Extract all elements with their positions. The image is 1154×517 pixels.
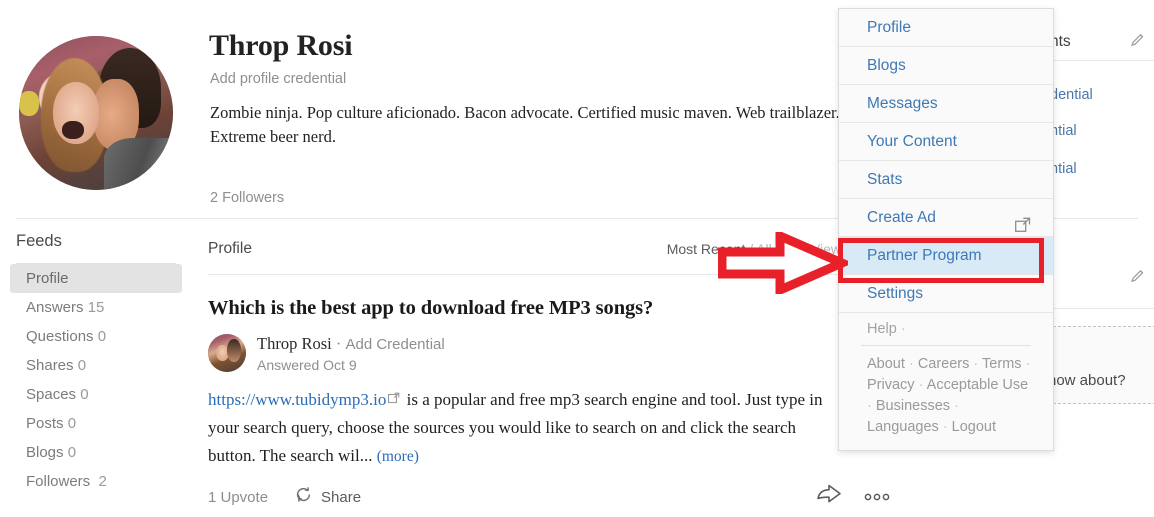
menu-item-help[interactable]: Help · (839, 313, 1053, 345)
avatar[interactable] (19, 36, 173, 190)
sidebar-item-count: 0 (67, 444, 77, 461)
right-rail-divider-1 (1048, 60, 1154, 61)
profile-bio: Zombie ninja. Pop culture aficionado. Ba… (210, 103, 840, 146)
right-rail-credential-link[interactable]: dential (1050, 87, 1093, 103)
byline-separator: · (335, 334, 342, 353)
menu-item-label: Your Content (867, 133, 957, 150)
sidebar-item-count: 0 (77, 357, 87, 374)
more-options-icon[interactable] (864, 488, 890, 506)
footer-separator: · (1025, 356, 1031, 372)
more-link[interactable]: (more) (377, 448, 419, 465)
menu-item-label: Create Ad (867, 209, 936, 226)
answer-byline: Throp Rosi · Add Credential Answered Oct… (208, 334, 848, 376)
menu-item-label: Stats (867, 171, 903, 188)
sidebar-item-count: 15 (87, 299, 105, 316)
answer-external-link[interactable]: https://www.tubidymp3.io (208, 390, 386, 409)
sidebar-item-count: 0 (80, 386, 89, 403)
sidebar-item-count: 0 (67, 415, 77, 432)
right-rail-box-text: now about? (1048, 372, 1126, 389)
sidebar-item-label: Spaces (26, 386, 77, 403)
upvote-count[interactable]: 1 Upvote (208, 489, 268, 506)
edit-pencil-icon[interactable] (1130, 268, 1146, 289)
footer-link-logout[interactable]: Logout (952, 419, 996, 435)
footer-link-careers[interactable]: Careers (918, 356, 970, 372)
menu-item-create-ad[interactable]: Create Ad (839, 199, 1053, 237)
sidebar-item-questions[interactable]: Questions 0 (10, 322, 182, 351)
sidebar-item-label: Followers (26, 473, 91, 490)
share-button[interactable]: Share (294, 485, 361, 509)
menu-item-blogs[interactable]: Blogs (839, 47, 1053, 85)
annotation-arrow-icon (717, 229, 854, 299)
menu-item-settings[interactable]: Settings (839, 275, 1053, 313)
footer-separator: · (867, 398, 872, 414)
sidebar-item-blogs[interactable]: Blogs 0 (10, 438, 182, 467)
answer-right-actions (816, 483, 890, 510)
answer-body: https://www.tubidymp3.io is a popular an… (208, 385, 838, 471)
forward-arrow-icon[interactable] (816, 483, 842, 510)
sidebar-item-shares[interactable]: Shares 0 (10, 351, 182, 380)
sidebar-item-label: Posts (26, 415, 64, 432)
sidebar-item-label: Blogs (26, 444, 64, 461)
menu-item-stats[interactable]: Stats (839, 161, 1053, 199)
page-title: Throp Rosi (209, 29, 353, 62)
sidebar-item-followers[interactable]: Followers 2 (10, 467, 182, 496)
sidebar-item-count: 2 (98, 473, 107, 490)
account-dropdown-menu: Profile Blogs Messages Your Content Stat… (838, 8, 1054, 451)
menu-item-label: Messages (867, 95, 938, 112)
tab-profile[interactable]: Profile (208, 240, 252, 257)
external-link-icon (388, 385, 400, 413)
sidebar-item-count: 0 (97, 328, 107, 345)
footer-link-businesses[interactable]: Businesses (876, 398, 950, 414)
sidebar-item-label: Answers (26, 299, 84, 316)
menu-item-label: Help (867, 321, 897, 337)
footer-link-acceptable-use[interactable]: Acceptable Use (927, 377, 1029, 393)
menu-item-label: Settings (867, 285, 924, 302)
help-separator: · (900, 321, 906, 337)
menu-item-messages[interactable]: Messages (839, 85, 1053, 123)
followers-count[interactable]: 2 Followers (210, 190, 284, 206)
sidebar-item-label: Profile (26, 270, 69, 287)
footer-link-privacy[interactable]: Privacy (867, 377, 915, 393)
footer-link-about[interactable]: About (867, 356, 905, 372)
footer-link-terms[interactable]: Terms (982, 356, 1021, 372)
footer-separator: · (973, 356, 979, 372)
sidebar-item-label: Shares (26, 357, 74, 374)
footer-separator: · (942, 419, 948, 435)
footer-separator: · (954, 398, 959, 414)
menu-item-label: Profile (867, 19, 911, 36)
answer-author-name[interactable]: Throp Rosi (257, 334, 332, 353)
add-profile-credential-link[interactable]: Add profile credential (210, 71, 346, 87)
menu-item-profile[interactable]: Profile (839, 9, 1053, 47)
answer-actions: 1 Upvote Share (208, 484, 890, 509)
answer-add-credential-link[interactable]: Add Credential (345, 336, 444, 353)
edit-pencil-icon[interactable] (1130, 32, 1146, 53)
menu-item-label: Partner Program (867, 247, 982, 264)
avatar-photo (19, 36, 173, 190)
sidebar: Feeds Profile Answers 15 Questions 0 Sha… (0, 232, 192, 496)
dropdown-footer-links: About · Careers · Terms · Privacy · Acce… (839, 346, 1053, 450)
sidebar-title: Feeds (16, 232, 62, 250)
answer-timestamp: Answered Oct 9 (257, 357, 357, 373)
right-rail-empty-box[interactable] (1048, 326, 1154, 404)
menu-item-label: Blogs (867, 57, 906, 74)
menu-item-partner-program[interactable]: Partner Program (839, 237, 1053, 275)
page-root: Throp Rosi Add profile credential Zombie… (0, 0, 1154, 517)
answer-author-avatar[interactable] (208, 334, 246, 372)
share-refresh-icon (294, 485, 313, 509)
sidebar-item-posts[interactable]: Posts 0 (10, 409, 182, 438)
footer-separator: · (918, 377, 924, 393)
sidebar-item-profile[interactable]: Profile (10, 264, 182, 293)
menu-item-your-content[interactable]: Your Content (839, 123, 1053, 161)
sidebar-item-answers[interactable]: Answers 15 (10, 293, 182, 322)
right-rail-divider-2 (1048, 308, 1154, 309)
question-title[interactable]: Which is the best app to download free M… (208, 297, 848, 320)
sidebar-item-label: Questions (26, 328, 94, 345)
share-label: Share (321, 488, 362, 506)
footer-link-languages[interactable]: Languages (867, 419, 939, 435)
sidebar-item-spaces[interactable]: Spaces 0 (10, 380, 182, 409)
footer-separator: · (908, 356, 914, 372)
